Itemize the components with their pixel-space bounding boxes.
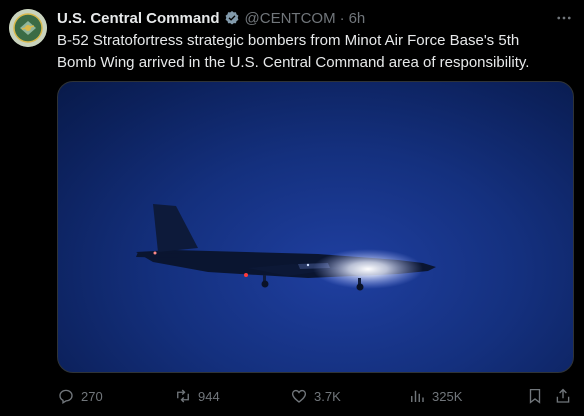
- like-count: 3.7K: [314, 388, 341, 404]
- more-icon[interactable]: [552, 8, 576, 28]
- share-button[interactable]: [554, 384, 578, 408]
- tweet[interactable]: U.S. Central Command @CENTCOM · 6h B-52 …: [0, 0, 584, 416]
- reply-icon: [59, 389, 73, 404]
- tweet-photo[interactable]: [57, 81, 574, 373]
- repost-count: 944: [198, 388, 220, 404]
- view-count: 325K: [432, 388, 463, 404]
- separator-dot: ·: [339, 9, 345, 27]
- author-handle[interactable]: @CENTCOM: [245, 10, 336, 27]
- bookmark-button[interactable]: [526, 384, 550, 408]
- b52-bomber-image: [136, 204, 436, 291]
- tweet-actions: 270 944 3.7K 325K: [57, 384, 574, 408]
- reply-button[interactable]: 270: [57, 384, 103, 408]
- views-button[interactable]: 325K: [408, 384, 462, 408]
- reply-count: 270: [81, 388, 103, 404]
- like-button[interactable]: 3.7K: [290, 384, 341, 408]
- post-time[interactable]: 6h: [349, 10, 366, 27]
- bookmark-icon: [529, 388, 541, 404]
- repost-button[interactable]: 944: [174, 384, 220, 408]
- like-icon: [291, 389, 307, 403]
- author-name[interactable]: U.S. Central Command: [57, 10, 220, 27]
- tweet-text: B-52 Stratofortress strategic bombers fr…: [57, 32, 530, 71]
- tweet-header: U.S. Central Command @CENTCOM · 6h: [57, 8, 365, 28]
- avatar[interactable]: [9, 9, 47, 47]
- verified-badge-icon: [224, 10, 240, 26]
- repost-icon: [177, 389, 189, 403]
- share-icon: [556, 388, 570, 403]
- views-icon: [411, 390, 424, 402]
